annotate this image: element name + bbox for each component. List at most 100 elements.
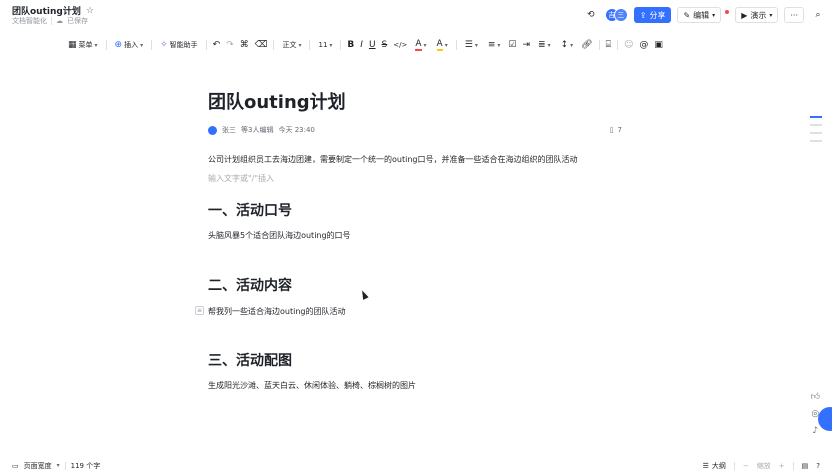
page-width-label[interactable]: 页面宽度 — [24, 461, 52, 471]
ordered-list-button[interactable]: ≡ ▾ — [486, 37, 503, 53]
help-icon[interactable]: ? — [816, 462, 820, 470]
code-icon[interactable]: </> — [393, 41, 407, 49]
section-body[interactable]: 生成阳光沙滩、蓝天白云、休闲体验、躺椅、棕榈树的图片 — [208, 380, 416, 391]
insert-label: 插入 — [124, 41, 139, 49]
font-size-value: 11 — [318, 41, 328, 49]
assistant-button[interactable]: ✧ 智能助手 — [158, 37, 200, 53]
section-body[interactable]: 头脑风暴5个适合团队海边outing的口号 — [208, 230, 351, 241]
footer-right: ☰ 大纲 − 缩放 + ▤ ? — [703, 461, 832, 471]
bullet-list-icon: ☰ — [464, 40, 473, 50]
share-label: 分享 — [649, 10, 666, 20]
chevron-down-icon: ▾ — [423, 41, 427, 49]
word-count: 119 个字 — [70, 461, 101, 470]
redo-icon[interactable]: ↷ — [226, 40, 234, 50]
bold-icon[interactable]: B — [347, 40, 354, 50]
intro-paragraph[interactable]: 公司计划组织员工去海边团建，需要制定一个统一的outing口号，并准备一些适合在… — [208, 154, 577, 165]
font-size-select[interactable]: 11 ▾ — [316, 37, 334, 53]
comment-panel-icon[interactable]: ▤ — [802, 462, 809, 470]
link-icon[interactable]: 🔗︎ — [581, 40, 592, 50]
font-color-button[interactable]: A ▾ — [413, 37, 428, 53]
like-icon[interactable]: 👍︎ — [811, 392, 820, 402]
zoom-out-icon[interactable]: − — [743, 462, 749, 470]
checkbox-icon[interactable]: ☑ — [508, 40, 516, 50]
chevron-down-icon: ▾ — [497, 41, 501, 49]
image-icon[interactable]: ▣ — [654, 40, 663, 50]
highlight-button[interactable]: A ▾ — [435, 37, 450, 53]
text-style-value: 正文 — [282, 41, 297, 49]
cloud-icon: ☁ — [56, 17, 63, 25]
grid-icon: ▦ — [68, 40, 77, 50]
eraser-icon[interactable]: ⌫ — [255, 40, 268, 50]
ordered-list-icon: ≡ — [487, 40, 496, 50]
outline-mark[interactable] — [810, 132, 822, 134]
indent-icon[interactable]: ⇥ — [522, 40, 530, 50]
menu-button[interactable]: ▦ 菜单 ▾ — [66, 37, 100, 53]
collaborator-avatars[interactable]: 吉 三 — [604, 8, 628, 22]
divider — [151, 40, 153, 50]
underline-icon[interactable]: U — [369, 40, 376, 50]
align-button[interactable]: ≣ ▾ — [536, 37, 553, 53]
section-heading[interactable]: 二、活动内容 — [208, 275, 292, 295]
find-replace-icon[interactable]: ⌸ — [606, 40, 611, 50]
chevron-down-icon: ▾ — [329, 41, 333, 49]
assistant-fab[interactable] — [818, 407, 832, 431]
edit-mode-button[interactable]: ✎ 编辑 ▾ — [677, 7, 722, 23]
history-icon[interactable]: ⟲ — [583, 7, 599, 23]
top-header: 团队outing计划 ☆ 文档智能化 ☁ 已保存 ⟲ 吉 三 ⇪ 分享 ✎ 编辑… — [0, 0, 832, 30]
assistant-label: 智能助手 — [169, 41, 198, 49]
zoom-in-icon[interactable]: + — [779, 462, 785, 470]
text-style-select[interactable]: 正文 ▾ — [280, 37, 303, 53]
meta-author[interactable]: 张三 — [222, 125, 236, 135]
bullet-list-button[interactable]: ☰ ▾ — [463, 37, 480, 53]
format-painter-icon[interactable]: ⌘ — [240, 40, 249, 50]
header-actions: ⟲ 吉 三 ⇪ 分享 ✎ 编辑 ▾ ▶ 演示 ▾ ··· ⌕ — [583, 7, 826, 23]
undo-icon[interactable]: ↶ — [213, 40, 221, 50]
outline-icon: ☰ — [702, 461, 709, 470]
outline-mark[interactable] — [810, 124, 822, 126]
outline-toggle[interactable]: ☰ 大纲 — [703, 461, 726, 471]
outline-mark[interactable] — [810, 116, 822, 118]
section-body[interactable]: 帮我列一些适合海边outing的团队活动 — [208, 306, 345, 317]
document-body[interactable]: 团队outing计划 张三 等3人编辑 今天 23:40 ▯ 7 公司计划组织员… — [195, 88, 622, 390]
section-heading[interactable]: 一、活动口号 — [208, 200, 292, 220]
italic-icon[interactable]: I — [360, 40, 363, 50]
chevron-down-icon: ▾ — [547, 41, 551, 49]
avatar[interactable]: 三 — [613, 8, 628, 22]
divider — [616, 40, 618, 50]
divider — [105, 40, 107, 50]
font-color-icon: A — [415, 38, 422, 51]
mention-icon[interactable]: @ — [639, 40, 648, 50]
microphone-icon[interactable]: ♪ — [812, 426, 818, 436]
notification-dot — [725, 10, 730, 14]
page-title[interactable]: 团队outing计划 — [208, 88, 622, 113]
strikethrough-icon[interactable]: S — [382, 40, 388, 50]
star-icon[interactable]: ☆ — [86, 6, 94, 16]
outline-label: 大纲 — [711, 461, 726, 470]
empty-line-placeholder[interactable]: 输入文字或"/"插入 — [208, 173, 274, 184]
line-spacing-button[interactable]: ↕ ▾ — [559, 37, 576, 53]
avatar[interactable] — [208, 125, 217, 135]
chevron-down-icon: ▾ — [769, 11, 773, 19]
chevron-down-icon: ▾ — [298, 41, 302, 49]
menu-label: 菜单 — [78, 41, 93, 49]
present-button[interactable]: ▶ 演示 ▾ — [735, 7, 779, 23]
meta-time: 今天 23:40 — [278, 126, 315, 134]
present-label: 演示 — [750, 10, 767, 20]
block-handle-icon[interactable]: ≡ — [195, 306, 204, 315]
section-heading[interactable]: 三、活动配图 — [208, 350, 292, 370]
comments-count[interactable]: ▯ 7 — [610, 126, 622, 134]
emoji-icon[interactable]: ☺ — [624, 40, 633, 50]
chevron-down-icon[interactable]: ▾ — [57, 462, 60, 469]
share-button[interactable]: ⇪ 分享 — [633, 7, 672, 23]
doc-meta: 张三 等3人编辑 今天 23:40 ▯ 7 — [208, 125, 622, 135]
chevron-down-icon: ▾ — [444, 41, 448, 49]
more-button[interactable]: ··· — [784, 7, 804, 23]
search-icon[interactable]: ⌕ — [810, 7, 826, 23]
highlighter-icon: A — [436, 38, 443, 51]
chevron-down-icon: ▾ — [140, 41, 144, 49]
meta-editors[interactable]: 等3人编辑 — [241, 125, 273, 135]
outline-mark[interactable] — [810, 140, 822, 142]
insert-button[interactable]: ⊕ 插入 ▾ — [113, 37, 146, 53]
pencil-icon: ✎ — [683, 10, 691, 20]
outline-indicator[interactable] — [810, 116, 822, 142]
